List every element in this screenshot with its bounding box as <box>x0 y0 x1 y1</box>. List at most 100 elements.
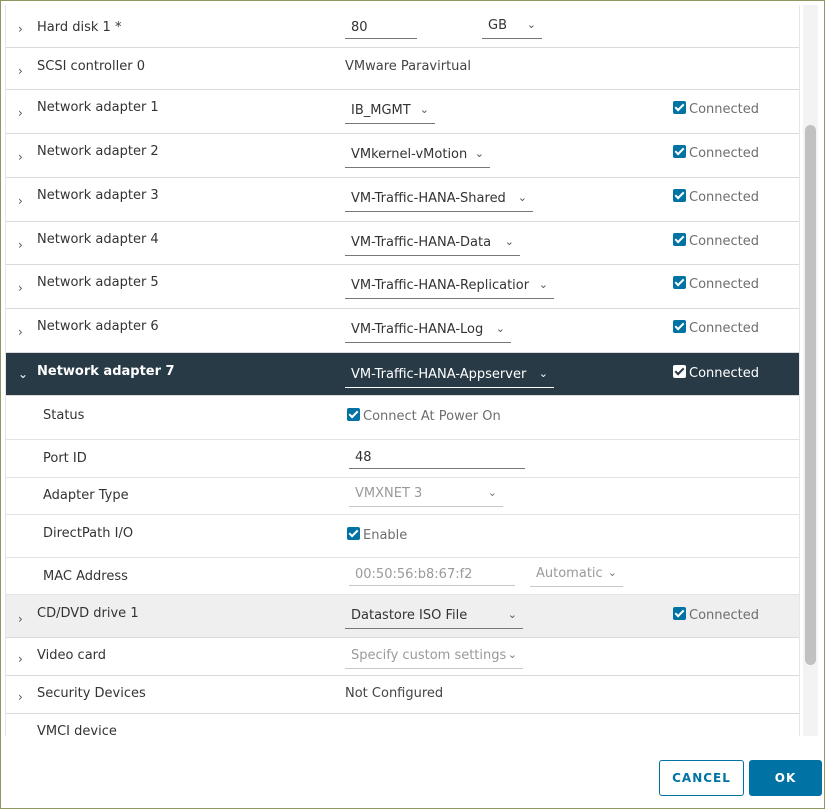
checkbox-checked-icon <box>347 408 360 421</box>
vmci-device-row[interactable]: VMCI device <box>6 714 799 736</box>
network-adapter-1-network-select[interactable]: IB_MGMT ⌄ <box>345 100 435 124</box>
checkbox-checked-icon <box>673 320 686 333</box>
chevron-right-icon[interactable]: › <box>18 106 30 120</box>
network-adapter-6-label: Network adapter 6 <box>37 319 159 334</box>
checkbox-checked-icon <box>673 189 686 202</box>
network-adapter-7-row[interactable]: ⌄ Network adapter 7 VM-Traffic-HANA-Apps… <box>6 353 799 396</box>
cd-dvd-drive-row[interactable]: › CD/DVD drive 1 Datastore ISO File ⌄ Co… <box>6 595 799 638</box>
caret-down-icon: ⌄ <box>607 566 617 579</box>
caret-down-icon: ⌄ <box>495 322 505 335</box>
caret-down-icon: ⌄ <box>487 486 497 499</box>
chevron-right-icon[interactable]: › <box>18 22 30 36</box>
network-adapter-6-connected-checkbox[interactable]: Connected <box>673 320 759 336</box>
caret-down-icon: ⌄ <box>507 608 517 621</box>
network-adapter-7-network-select[interactable]: VM-Traffic-HANA-Appserver ⌄ <box>345 364 554 388</box>
security-devices-label: Security Devices <box>37 686 146 701</box>
chevron-right-icon[interactable]: › <box>18 325 30 339</box>
scrollbar-thumb[interactable] <box>805 125 816 665</box>
mac-address-label: MAC Address <box>43 569 128 584</box>
video-card-row[interactable]: › Video card Specify custom settings ⌄ <box>6 638 799 676</box>
video-card-settings-select[interactable]: Specify custom settings ⌄ <box>345 645 523 669</box>
network-adapter-7-label: Network adapter 7 <box>37 364 175 379</box>
network-adapter-3-connected-checkbox[interactable]: Connected <box>673 189 759 205</box>
network-adapter-7-connected-checkbox[interactable]: Connected <box>673 365 759 381</box>
network-adapter-4-label: Network adapter 4 <box>37 232 159 247</box>
video-card-label: Video card <box>37 648 107 663</box>
chevron-right-icon[interactable]: › <box>18 194 30 208</box>
network-adapter-6-network-select[interactable]: VM-Traffic-HANA-Log ⌄ <box>345 319 511 343</box>
hard-disk-unit-select[interactable]: GB ⌄ <box>482 15 542 39</box>
checkbox-checked-icon <box>673 365 686 378</box>
chevron-right-icon[interactable]: › <box>18 652 30 666</box>
network-adapter-1-connected-checkbox[interactable]: Connected <box>673 101 759 117</box>
network-adapter-5-network-select[interactable]: VM-Traffic-HANA-Replicatior ⌄ <box>345 275 554 299</box>
vm-hardware-list: › Hard disk 1 * 80 GB ⌄ › SCSI controlle… <box>5 5 800 736</box>
status-row: Status Connect At Power On <box>6 396 799 440</box>
caret-down-icon: ⌄ <box>474 147 484 160</box>
security-devices-value: Not Configured <box>345 686 444 701</box>
cancel-button[interactable]: CANCEL <box>659 760 744 796</box>
cd-dvd-drive-label: CD/DVD drive 1 <box>37 606 139 621</box>
checkbox-checked-icon <box>673 276 686 289</box>
chevron-right-icon[interactable]: › <box>18 238 30 252</box>
chevron-right-icon[interactable]: › <box>18 150 30 164</box>
network-adapter-4-network-select[interactable]: VM-Traffic-HANA-Data ⌄ <box>345 232 520 256</box>
adapter-type-row: Adapter Type VMXNET 3 ⌄ <box>6 478 799 515</box>
checkbox-checked-icon <box>673 145 686 158</box>
network-adapter-3-row[interactable]: › Network adapter 3 VM-Traffic-HANA-Shar… <box>6 178 799 222</box>
caret-down-icon: ⌄ <box>526 18 536 31</box>
chevron-right-icon[interactable]: › <box>18 690 30 704</box>
directpath-row: DirectPath I/O Enable <box>6 515 799 558</box>
network-adapter-2-label: Network adapter 2 <box>37 144 159 159</box>
adapter-type-select[interactable]: VMXNET 3 ⌄ <box>349 483 503 507</box>
mac-address-mode-select[interactable]: Automatic ⌄ <box>530 563 623 587</box>
caret-down-icon: ⌄ <box>419 103 429 116</box>
status-label: Status <box>43 408 85 423</box>
chevron-right-icon[interactable]: › <box>18 64 30 78</box>
hard-disk-row[interactable]: › Hard disk 1 * 80 GB ⌄ <box>6 5 799 48</box>
cd-dvd-connected-checkbox[interactable]: Connected <box>673 607 759 623</box>
vmci-device-label: VMCI device <box>37 724 117 736</box>
caret-down-icon: ⌄ <box>504 235 514 248</box>
caret-down-icon: ⌄ <box>538 278 548 291</box>
hard-disk-size-input[interactable]: 80 <box>345 17 417 39</box>
network-adapter-1-row[interactable]: › Network adapter 1 IB_MGMT ⌄ Connected <box>6 90 799 134</box>
caret-down-icon: ⌄ <box>517 191 527 204</box>
port-id-input[interactable]: 48 <box>349 447 525 469</box>
scsi-controller-row[interactable]: › SCSI controller 0 VMware Paravirtual <box>6 48 799 90</box>
checkbox-checked-icon <box>673 101 686 114</box>
chevron-right-icon[interactable]: › <box>18 281 30 295</box>
port-id-row: Port ID 48 <box>6 440 799 478</box>
network-adapter-5-row[interactable]: › Network adapter 5 VM-Traffic-HANA-Repl… <box>6 265 799 309</box>
network-adapter-4-connected-checkbox[interactable]: Connected <box>673 233 759 249</box>
directpath-enable-checkbox[interactable]: Enable <box>347 527 407 543</box>
connect-at-power-on-checkbox[interactable]: Connect At Power On <box>347 408 501 424</box>
port-id-label: Port ID <box>43 451 87 466</box>
chevron-down-icon[interactable]: ⌄ <box>18 367 30 381</box>
network-adapter-3-network-select[interactable]: VM-Traffic-HANA-Shared ⌄ <box>345 188 533 212</box>
network-adapter-1-label: Network adapter 1 <box>37 100 159 115</box>
cd-dvd-source-select[interactable]: Datastore ISO File ⌄ <box>345 605 523 629</box>
network-adapter-2-connected-checkbox[interactable]: Connected <box>673 145 759 161</box>
checkbox-checked-icon <box>673 607 686 620</box>
network-adapter-2-network-select[interactable]: VMkernel-vMotion ⌄ <box>345 144 490 168</box>
chevron-right-icon[interactable]: › <box>18 612 30 626</box>
caret-down-icon: ⌄ <box>507 648 517 661</box>
caret-down-icon: ⌄ <box>538 367 548 380</box>
network-adapter-6-row[interactable]: › Network adapter 6 VM-Traffic-HANA-Log … <box>6 309 799 353</box>
directpath-label: DirectPath I/O <box>43 526 134 541</box>
hard-disk-label: Hard disk 1 * <box>37 20 122 35</box>
network-adapter-4-row[interactable]: › Network adapter 4 VM-Traffic-HANA-Data… <box>6 222 799 265</box>
adapter-type-label: Adapter Type <box>43 488 129 503</box>
scsi-controller-value: VMware Paravirtual <box>345 59 471 74</box>
mac-address-row: MAC Address 00:50:56:b8:67:f2 Automatic … <box>6 558 799 595</box>
checkbox-checked-icon <box>673 233 686 246</box>
checkbox-checked-icon <box>347 527 360 540</box>
scsi-controller-label: SCSI controller 0 <box>37 59 145 74</box>
mac-address-input[interactable]: 00:50:56:b8:67:f2 <box>349 564 515 586</box>
security-devices-row[interactable]: › Security Devices Not Configured <box>6 676 799 714</box>
network-adapter-5-connected-checkbox[interactable]: Connected <box>673 276 759 292</box>
ok-button[interactable]: OK <box>749 760 822 796</box>
network-adapter-2-row[interactable]: › Network adapter 2 VMkernel-vMotion ⌄ C… <box>6 134 799 178</box>
network-adapter-5-label: Network adapter 5 <box>37 275 159 290</box>
